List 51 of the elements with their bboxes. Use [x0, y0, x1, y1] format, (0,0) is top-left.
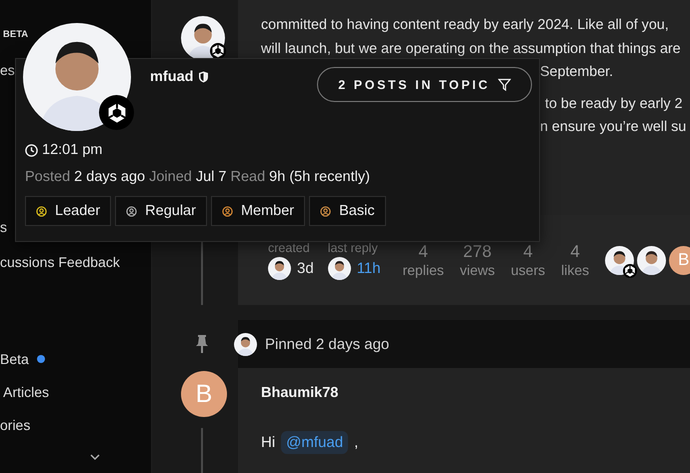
chevron-down-icon[interactable] [89, 452, 101, 462]
last-reply-link[interactable]: 11h [356, 260, 381, 276]
staff-badge [99, 95, 134, 130]
sidebar-item[interactable]: s [0, 219, 7, 235]
sidebar-item[interactable]: Beta [0, 351, 29, 367]
group-badge[interactable]: Leader [25, 196, 112, 226]
mention-link[interactable]: @mfuad [281, 431, 348, 454]
stat-value: 2 days ago [74, 169, 146, 185]
group-badge[interactable]: Member [210, 196, 306, 226]
post-text: to be ready by early 2 [544, 94, 684, 114]
created-label: created [268, 240, 310, 254]
stat-count: 4 [523, 242, 533, 262]
post-text: committed to having content ready by early 2024. Like all of you, [261, 16, 670, 35]
stat-label: replies [402, 262, 444, 278]
pinned-notice: Pinned 2 days ago [265, 336, 390, 352]
stat-count: 278 [463, 242, 492, 262]
group-badge[interactable]: Basic [309, 196, 386, 226]
pin-icon [194, 334, 210, 354]
stat-label: users [510, 262, 546, 278]
sidebar-item[interactable]: ories [0, 417, 30, 433]
stat-value: Jul 7 [196, 169, 226, 185]
post-text: n ensure you’re well su [539, 118, 688, 137]
sidebar-item[interactable]: cussions Feedback [0, 254, 120, 270]
created-time: 3d [297, 260, 314, 276]
avatar[interactable] [234, 332, 257, 356]
sidebar-item[interactable]: Articles [0, 384, 50, 400]
stat-label: Posted [25, 169, 70, 185]
shield-icon [198, 71, 208, 83]
stat-label: Joined [149, 169, 192, 185]
filter-icon [498, 78, 511, 91]
avatar[interactable] [328, 256, 351, 280]
stat-label: Read [230, 169, 266, 185]
stat-label: likes [561, 262, 590, 278]
beta-label: BETA [3, 29, 28, 40]
post-text: Hi [261, 434, 276, 451]
avatar[interactable] [268, 256, 291, 280]
stat-count: 4 [418, 242, 428, 262]
sidebar-item[interactable]: es [0, 62, 15, 78]
clock-icon [25, 144, 38, 156]
post-text: will launch, but we are operating on the assumption that things are [261, 40, 682, 58]
stat-value: 9h (5h recently) [269, 169, 370, 185]
author-name[interactable]: Bhaumik78 [261, 385, 690, 401]
avatar[interactable] [637, 246, 666, 274]
posts-in-topic-button[interactable]: 2 POSTS IN TOPIC [317, 67, 532, 102]
local-time: 12:01 pm [42, 142, 102, 158]
group-badge[interactable]: Regular [115, 196, 207, 226]
stat-count: 4 [570, 242, 580, 262]
username[interactable]: mfuad [150, 69, 194, 85]
last-reply-label: last reply [328, 240, 378, 254]
stat-label: views [460, 262, 495, 278]
post-text: , [354, 434, 358, 451]
